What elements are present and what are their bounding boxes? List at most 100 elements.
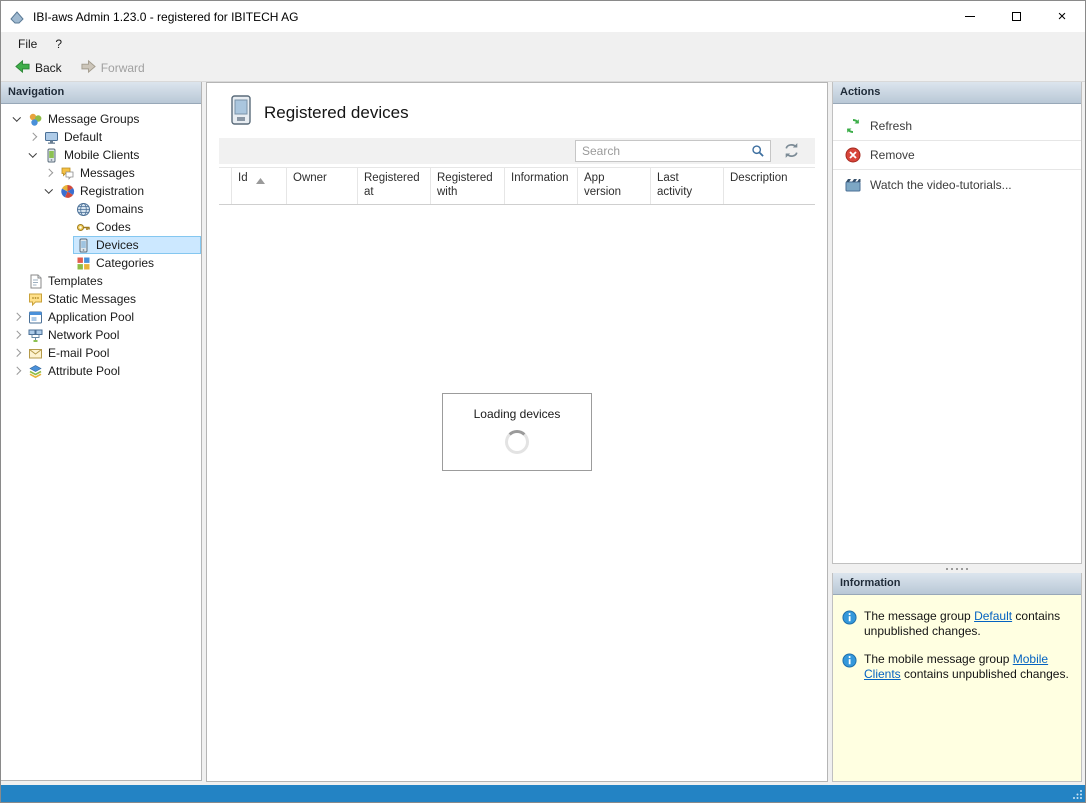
info-note: The mobile message group Mobile Clients … [833,644,1081,687]
tree-item-static-messages[interactable]: Static Messages [1,290,201,308]
menu-help[interactable]: ? [46,34,71,54]
tree-item-application-pool[interactable]: Application Pool [1,308,201,326]
column-header-last-activity[interactable]: Last activity [651,168,724,204]
forward-button[interactable]: Forward [73,56,152,80]
chevron-right-icon[interactable] [9,344,25,362]
info-note-prefix: The mobile message group [864,652,1013,666]
loading-dialog: Loading devices [442,393,592,471]
column-header-id[interactable]: Id [232,168,287,204]
title-bar: IBI-aws Admin 1.23.0 - registered for IB… [1,1,1085,32]
chevron-down-icon[interactable] [25,146,41,164]
column-header-registered-at[interactable]: Registered at [358,168,431,204]
navigation-tree: Message Groups Default [1,104,201,380]
tree-item-codes[interactable]: Codes [1,218,201,236]
tree-item-default[interactable]: Default [1,128,201,146]
grid-refresh-icon[interactable] [782,142,801,159]
tree-item-label: Application Pool [48,310,138,324]
tree-item-message-groups[interactable]: Message Groups [1,110,201,128]
tree-item-devices[interactable]: Devices [1,236,201,254]
tree-item-label: Codes [96,220,135,234]
nav-toolbar: Back Forward [1,55,1085,82]
domains-icon [76,202,91,217]
action-remove[interactable]: Remove [833,141,1081,170]
application-pool-icon [28,310,43,325]
video-tutorials-icon [845,177,861,193]
tree-item-label: Registration [80,184,148,198]
tree-item-email-pool[interactable]: E-mail Pool [1,344,201,362]
close-button[interactable]: × [1039,1,1085,32]
attribute-pool-icon [28,364,43,379]
resize-grip-icon[interactable] [1072,789,1083,800]
action-watch-video-tutorials[interactable]: Watch the video-tutorials... [833,170,1081,199]
refresh-icon [845,118,861,134]
search-input[interactable] [576,144,751,158]
status-bar [1,785,1085,802]
tree-item-label: Domains [96,202,147,216]
tree-item-messages[interactable]: Messages [1,164,201,182]
tree-item-label: Default [64,130,106,144]
app-window: IBI-aws Admin 1.23.0 - registered for IB… [0,0,1086,803]
forward-icon [80,59,97,77]
tree-item-label: Categories [96,256,158,270]
information-panel: Information The message group Default co… [832,573,1082,782]
column-header-information[interactable]: Information [505,168,578,204]
tree-item-network-pool[interactable]: Network Pool [1,326,201,344]
actions-panel: Actions Refresh Remove [832,82,1082,564]
panel-splitter[interactable] [832,564,1082,573]
chevron-right-icon[interactable] [25,128,41,146]
tree-item-domains[interactable]: Domains [1,200,201,218]
tree-item-label: Network Pool [48,328,123,342]
action-label: Watch the video-tutorials... [870,178,1012,192]
chevron-right-icon[interactable] [9,362,25,380]
default-group-icon [44,130,59,145]
codes-icon [76,220,91,235]
navigation-panel-header: Navigation [1,82,201,104]
registration-icon [60,184,75,199]
tree-item-mobile-clients[interactable]: Mobile Clients [1,146,201,164]
window-title: IBI-aws Admin 1.23.0 - registered for IB… [33,10,298,24]
default-group-link[interactable]: Default [974,609,1012,623]
mobile-clients-icon [44,148,59,163]
column-header-app-version[interactable]: App version [578,168,651,204]
column-header-registered-with[interactable]: Registered with [431,168,505,204]
sort-ascending-icon [256,175,265,189]
tree-item-attribute-pool[interactable]: Attribute Pool [1,362,201,380]
tree-item-categories[interactable]: Categories [1,254,201,272]
action-label: Remove [870,148,915,162]
loading-label: Loading devices [443,407,591,421]
network-pool-icon [28,328,43,343]
info-note-prefix: The message group [864,609,974,623]
tree-item-label: Templates [48,274,107,288]
tree-item-label: Devices [96,238,143,252]
tree-item-registration[interactable]: Registration [1,182,201,200]
information-panel-header: Information [833,573,1081,595]
chevron-right-icon[interactable] [9,308,25,326]
back-label: Back [35,61,62,75]
info-note-suffix: contains unpublished changes. [901,667,1069,681]
navigation-panel: Navigation Message Groups [1,82,202,781]
menu-file[interactable]: File [9,34,46,54]
message-groups-icon [28,112,43,127]
chevron-right-icon[interactable] [9,326,25,344]
search-icon[interactable] [751,144,765,158]
column-header-description[interactable]: Description [724,168,815,204]
chevron-down-icon[interactable] [41,182,57,200]
maximize-button[interactable] [993,1,1039,32]
action-refresh[interactable]: Refresh [833,112,1081,141]
messages-icon [60,166,75,181]
registered-devices-icon [229,95,253,125]
back-button[interactable]: Back [7,56,69,80]
menu-bar: File ? [1,32,1085,55]
app-icon [9,9,25,25]
info-icon [842,653,857,668]
chevron-right-icon[interactable] [41,164,57,182]
tree-item-templates[interactable]: Templates [1,272,201,290]
devices-icon [76,238,91,253]
column-header-owner[interactable]: Owner [287,168,358,204]
minimize-button[interactable] [947,1,993,32]
tree-item-label: Mobile Clients [64,148,143,162]
close-icon: × [1058,9,1067,24]
forward-label: Forward [101,61,145,75]
maximize-icon [1012,12,1021,21]
chevron-down-icon[interactable] [9,110,25,128]
